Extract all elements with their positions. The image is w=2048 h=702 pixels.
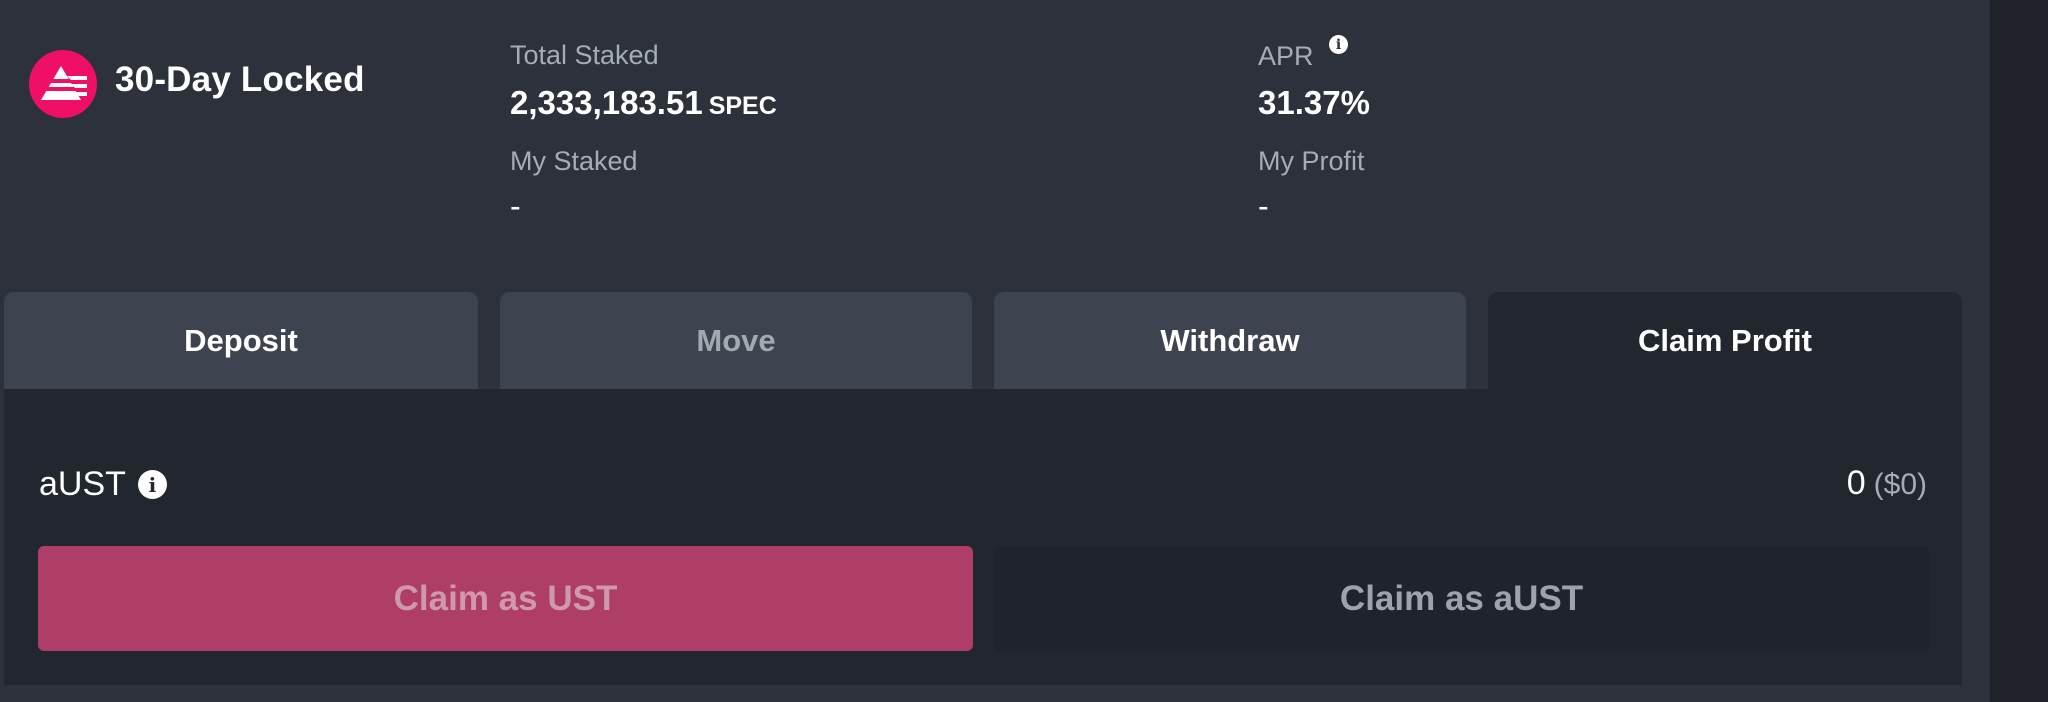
apr-label: APR <box>1258 41 1314 71</box>
info-icon[interactable]: i <box>1329 35 1349 54</box>
claim-as-ust-button[interactable]: Claim as UST <box>38 546 973 651</box>
tab-deposit[interactable]: Deposit <box>4 292 478 389</box>
asset-amount-group: 0 ($0) <box>1847 464 1927 503</box>
info-icon[interactable]: i <box>137 470 167 499</box>
my-staked-value: - <box>510 188 521 224</box>
total-staked-value: 2,333,183.51 SPEC <box>510 84 777 122</box>
my-profit-label: My Profit <box>1258 146 1365 176</box>
asset-label: aUST <box>39 465 126 503</box>
app-stage: 30-Day Locked Total Staked 2,333,183.51 S… <box>0 0 2048 702</box>
claim-as-aust-button[interactable]: Claim as aUST <box>994 546 1929 651</box>
tab-claim-profit[interactable]: Claim Profit <box>1488 292 1962 389</box>
tab-withdraw[interactable]: Withdraw <box>994 292 1466 389</box>
asset-label-group: aUST i <box>39 465 167 504</box>
right-rail <box>1990 0 2048 702</box>
total-staked-unit: SPEC <box>708 92 777 120</box>
total-staked-label: Total Staked <box>510 40 659 70</box>
my-staked-label: My Staked <box>510 146 638 176</box>
my-profit-value: - <box>1258 188 1269 224</box>
pool-title: 30-Day Locked <box>115 60 365 99</box>
claim-profit-panel: aUST i 0 ($0) Claim as UST Claim as aUST <box>4 389 1962 685</box>
total-staked-amount: 2,333,183.51 <box>510 84 703 121</box>
anchor-protocol-icon <box>29 50 97 118</box>
tab-move[interactable]: Move <box>500 292 972 389</box>
pool-card: 30-Day Locked Total Staked 2,333,183.51 S… <box>0 0 1990 702</box>
apr-value: 31.37% <box>1258 84 1370 121</box>
asset-amount-usd: ($0) <box>1873 468 1927 501</box>
asset-amount: 0 <box>1846 464 1866 502</box>
apr-label-group: APR i <box>1258 35 1349 72</box>
